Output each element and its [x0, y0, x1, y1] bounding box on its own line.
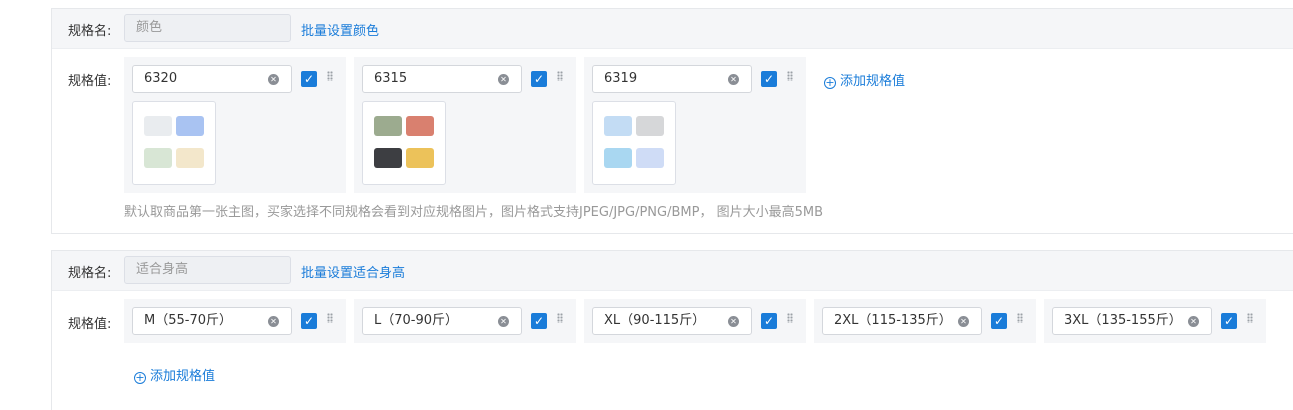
spec-name-label: 规格名:: [68, 266, 112, 281]
spec-name-input[interactable]: 颜色: [124, 14, 291, 42]
clear-icon[interactable]: ✕: [728, 74, 739, 85]
drag-handle-icon[interactable]: [1017, 313, 1023, 327]
batch-set-link[interactable]: 批量设置适合身高: [301, 262, 405, 281]
spec-value-card: 3XL（135-155斤） ✕ ✓: [1044, 299, 1266, 343]
spec-value-input[interactable]: 6315 ✕: [362, 65, 522, 93]
spec-image[interactable]: [362, 101, 446, 185]
spec-value-card: 2XL（115-135斤） ✕ ✓: [814, 299, 1036, 343]
spec-value-text: XL（90-115斤）: [604, 313, 706, 328]
checkbox[interactable]: ✓: [991, 313, 1007, 329]
product-image-brief: [604, 148, 632, 168]
spec-value-text: 6315: [374, 71, 408, 86]
spec-value-text: M（55-70斤）: [144, 313, 232, 328]
product-image-brief: [636, 148, 664, 168]
product-image-brief: [374, 116, 402, 136]
checkbox[interactable]: ✓: [301, 313, 317, 329]
spec-value-card: 6320 ✕ ✓: [124, 57, 346, 193]
batch-set-link[interactable]: 批量设置颜色: [301, 20, 379, 39]
spec-value-card: M（55-70斤） ✕ ✓: [124, 299, 346, 343]
spec-value-card: L（70-90斤） ✕ ✓: [354, 299, 576, 343]
clear-icon[interactable]: ✕: [958, 316, 969, 327]
checkbox[interactable]: ✓: [531, 313, 547, 329]
checkbox[interactable]: ✓: [761, 313, 777, 329]
product-image-brief: [176, 148, 204, 168]
clear-icon[interactable]: ✕: [728, 316, 739, 327]
product-image-brief: [406, 148, 434, 168]
spec-value-input[interactable]: L（70-90斤） ✕: [362, 307, 522, 335]
spec-section-height: 规格名: 适合身高 批量设置适合身高 规格值: M（55-70斤） ✕ ✓ L（…: [51, 250, 1293, 410]
spec-value-card: XL（90-115斤） ✕ ✓: [584, 299, 806, 343]
drag-handle-icon[interactable]: [557, 71, 563, 85]
product-image-brief: [406, 116, 434, 136]
spec-value-text: 6319: [604, 71, 638, 86]
clear-icon[interactable]: ✕: [1188, 316, 1199, 327]
drag-handle-icon[interactable]: [557, 313, 563, 327]
product-image-brief: [374, 148, 402, 168]
spec-value-text: 3XL（135-155斤）: [1064, 313, 1182, 328]
spec-value-text: L（70-90斤）: [374, 313, 459, 328]
image-hint-text: 默认取商品第一张主图，买家选择不同规格会看到对应规格图片，图片格式支持JPEG/…: [124, 205, 823, 220]
spec-value-text: 6320: [144, 71, 178, 86]
drag-handle-icon[interactable]: [787, 313, 793, 327]
spec-value-label: 规格值:: [68, 317, 112, 332]
drag-handle-icon[interactable]: [327, 313, 333, 327]
product-image-brief: [636, 116, 664, 136]
spec-value-card: 6315 ✕ ✓: [354, 57, 576, 193]
clear-icon[interactable]: ✕: [268, 316, 279, 327]
spec-name-row: 规格名: 适合身高 批量设置适合身高: [52, 251, 1293, 291]
add-spec-value-link[interactable]: + 添加规格值: [824, 70, 905, 89]
spec-name-input[interactable]: 适合身高: [124, 256, 291, 284]
spec-value-card: 6319 ✕ ✓: [584, 57, 806, 193]
spec-name-label: 规格名:: [68, 24, 112, 39]
spec-image[interactable]: [132, 101, 216, 185]
spec-value-input[interactable]: 6320 ✕: [132, 65, 292, 93]
checkbox[interactable]: ✓: [531, 71, 547, 87]
drag-handle-icon[interactable]: [787, 71, 793, 85]
add-spec-value-link[interactable]: + 添加规格值: [134, 365, 215, 384]
drag-handle-icon[interactable]: [327, 71, 333, 85]
checkbox[interactable]: ✓: [1221, 313, 1237, 329]
spec-value-input[interactable]: 6319 ✕: [592, 65, 752, 93]
spec-name-row: 规格名: 颜色 批量设置颜色: [52, 9, 1293, 49]
plus-circle-icon: +: [134, 371, 146, 384]
clear-icon[interactable]: ✕: [268, 74, 279, 85]
add-spec-value-label: 添加规格值: [840, 74, 906, 89]
spec-image[interactable]: [592, 101, 676, 185]
checkbox[interactable]: ✓: [761, 71, 777, 87]
product-image-brief: [144, 148, 172, 168]
plus-circle-icon: +: [824, 76, 836, 89]
spec-value-input[interactable]: 2XL（115-135斤） ✕: [822, 307, 982, 335]
product-image-brief: [604, 116, 632, 136]
spec-section-color: 规格名: 颜色 批量设置颜色 规格值: 6320 ✕ ✓ 6315 ✕ ✓ 63…: [51, 8, 1293, 234]
spec-value-text: 2XL（115-135斤）: [834, 313, 952, 328]
drag-handle-icon[interactable]: [1247, 313, 1253, 327]
clear-icon[interactable]: ✕: [498, 316, 509, 327]
spec-value-input[interactable]: XL（90-115斤） ✕: [592, 307, 752, 335]
add-spec-value-label: 添加规格值: [150, 369, 216, 384]
product-image-brief: [176, 116, 204, 136]
checkbox[interactable]: ✓: [301, 71, 317, 87]
product-image-brief: [144, 116, 172, 136]
spec-value-input[interactable]: 3XL（135-155斤） ✕: [1052, 307, 1212, 335]
clear-icon[interactable]: ✕: [498, 74, 509, 85]
spec-value-label: 规格值:: [68, 74, 112, 89]
spec-value-input[interactable]: M（55-70斤） ✕: [132, 307, 292, 335]
